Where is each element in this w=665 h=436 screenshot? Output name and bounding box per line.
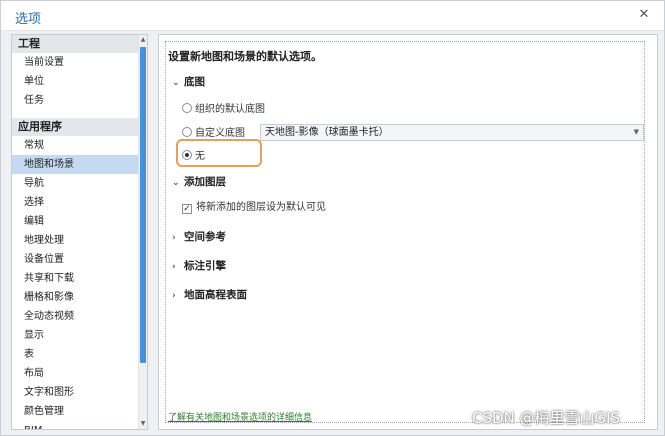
section-ground-elevation[interactable]: › 地面高程表面: [172, 287, 247, 302]
options-dialog: 选项 ✕ 工程 当前设置 单位 任务 应用程序 常规 地图和场景 导航 选择 编…: [0, 0, 665, 436]
nav-item-table[interactable]: 表: [12, 345, 140, 364]
nav-item-current-settings[interactable]: 当前设置: [12, 53, 140, 72]
nav-item-layout[interactable]: 布局: [12, 364, 140, 383]
options-nav: 工程 当前设置 单位 任务 应用程序 常规 地图和场景 导航 选择 编辑 地理处…: [11, 34, 148, 430]
nav-item-map-and-scene[interactable]: 地图和场景: [12, 155, 140, 174]
nav-scrollbar[interactable]: ▲ ▼: [138, 35, 147, 429]
nav-header-application[interactable]: 应用程序: [12, 118, 140, 136]
highlight-box: [176, 139, 262, 167]
section-add-layers[interactable]: ⌄ 添加图层: [172, 174, 226, 189]
chevron-right-icon: ›: [172, 262, 176, 272]
nav-item-geoprocessing[interactable]: 地理处理: [12, 231, 140, 250]
dropdown-arrow-icon: ▼: [633, 128, 639, 136]
nav-item-device-location[interactable]: 设备位置: [12, 250, 140, 269]
nav-item-editing[interactable]: 编辑: [12, 212, 140, 231]
nav-item-bim[interactable]: BIM: [12, 421, 140, 429]
nav-item-color-management[interactable]: 颜色管理: [12, 402, 140, 421]
nav-item-selection[interactable]: 选择: [12, 193, 140, 212]
nav-item-text-graphics[interactable]: 文字和图形: [12, 383, 140, 402]
nav-item-tasks[interactable]: 任务: [12, 91, 140, 110]
close-icon[interactable]: ✕: [636, 7, 652, 23]
title-bar: 选项 ✕: [1, 1, 664, 31]
radio-custom-basemap[interactable]: 自定义底图: [182, 124, 245, 139]
radio-unchecked-icon: [182, 103, 192, 113]
content-panel: 设置新地图和场景的默认选项。 ⌄ 底图 组织的默认底图 自定义底图 天地图-影像（…: [158, 34, 658, 430]
radio-org-default-basemap[interactable]: 组织的默认底图: [182, 100, 265, 115]
learn-more-link[interactable]: 了解有关地图和场景选项的详细信息: [168, 410, 312, 423]
section-spatial-reference[interactable]: › 空间参考: [172, 229, 226, 244]
scroll-down-icon[interactable]: ▼: [139, 419, 147, 429]
chevron-down-icon: ⌄: [172, 178, 180, 188]
radio-unchecked-icon: [182, 127, 192, 137]
checkbox-new-layers-visible[interactable]: ✓ 将新添加的图层设为默认可见: [182, 198, 326, 214]
nav-item-display[interactable]: 显示: [12, 326, 140, 345]
nav-item-full-motion-video[interactable]: 全动态视频: [12, 307, 140, 326]
section-labeling-engine[interactable]: › 标注引擎: [172, 258, 226, 273]
window-title: 选项: [15, 12, 42, 27]
content-inner: 设置新地图和场景的默认选项。 ⌄ 底图 组织的默认底图 自定义底图 天地图-影像（…: [165, 41, 645, 423]
nav-item-share-download[interactable]: 共享和下载: [12, 269, 140, 288]
chevron-right-icon: ›: [172, 291, 176, 301]
chevron-down-icon: ⌄: [172, 78, 180, 88]
nav-item-navigation[interactable]: 导航: [12, 174, 140, 193]
watermark: CSDN @梅里雪山GIS: [472, 409, 621, 427]
checkmark-icon: ✓: [182, 204, 192, 214]
custom-basemap-select[interactable]: 天地图-影像（球面墨卡托） ▼: [260, 124, 644, 141]
nav-list: 工程 当前设置 单位 任务 应用程序 常规 地图和场景 导航 选择 编辑 地理处…: [12, 35, 140, 429]
section-basemap[interactable]: ⌄ 底图: [172, 74, 205, 89]
nav-item-raster-imagery[interactable]: 栅格和影像: [12, 288, 140, 307]
chevron-right-icon: ›: [172, 233, 176, 243]
nav-item-units[interactable]: 单位: [12, 72, 140, 91]
nav-item-general[interactable]: 常规: [12, 136, 140, 155]
scroll-up-icon[interactable]: ▲: [139, 35, 147, 45]
page-heading: 设置新地图和场景的默认选项。: [168, 50, 322, 63]
scroll-thumb[interactable]: [140, 47, 146, 363]
nav-header-project[interactable]: 工程: [12, 35, 140, 53]
